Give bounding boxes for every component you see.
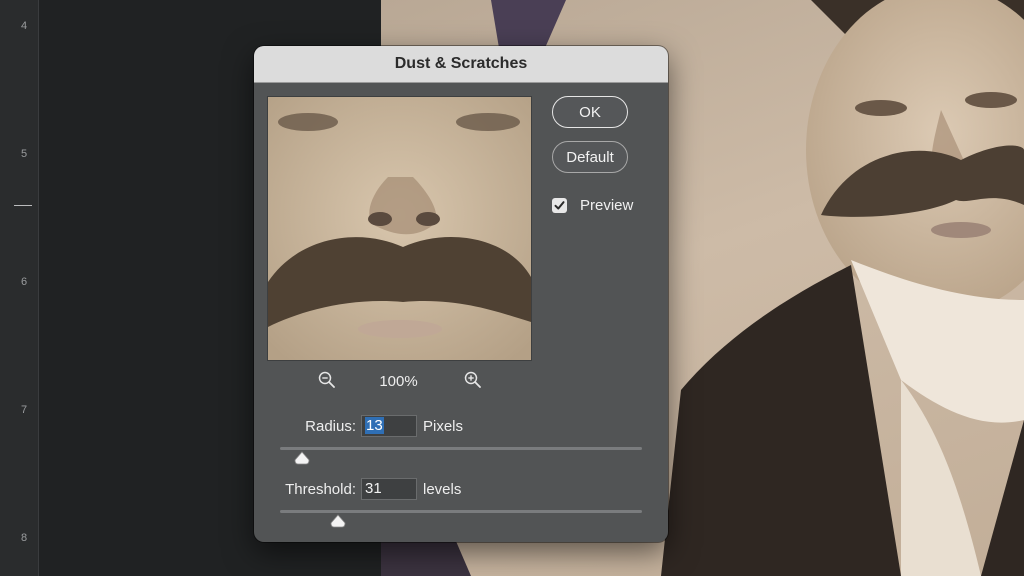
ruler-label: 6 <box>21 276 28 288</box>
radius-label: Radius: <box>305 418 356 435</box>
radius-slider-track[interactable] <box>280 447 642 450</box>
preview-checkbox-row[interactable]: Preview <box>552 197 633 214</box>
zoom-in-icon[interactable] <box>464 371 482 394</box>
ok-button[interactable]: OK <box>552 96 628 128</box>
filter-preview-image[interactable] <box>267 96 532 361</box>
radius-input[interactable]: 13 <box>361 415 417 437</box>
ruler-label: 8 <box>21 532 28 544</box>
preview-zoom-controls: 100% <box>267 368 530 394</box>
threshold-label: Threshold: <box>285 481 356 498</box>
threshold-unit: levels <box>423 481 462 498</box>
threshold-slider-track[interactable] <box>280 510 642 513</box>
radius-value: 13 <box>365 417 384 434</box>
preview-label: Preview <box>580 197 634 214</box>
ruler-label: 5 <box>21 148 28 160</box>
radius-slider-thumb[interactable] <box>294 451 310 465</box>
zoom-level: 100% <box>379 373 418 390</box>
dialog-title: Dust & Scratches <box>254 46 668 83</box>
ruler-label: 4 <box>21 20 28 32</box>
preview-checkbox[interactable] <box>552 198 567 213</box>
ruler-label: 7 <box>21 404 28 416</box>
vertical-ruler: 4 5 6 7 8 <box>0 0 39 576</box>
radius-unit: Pixels <box>423 418 464 435</box>
dust-and-scratches-dialog: Dust & Scratches OK Default Preview 100%… <box>254 46 668 542</box>
threshold-slider-thumb[interactable] <box>330 514 346 528</box>
threshold-value: 31 <box>365 480 382 497</box>
ruler-marker <box>14 205 32 206</box>
checkmark-icon <box>554 201 565 210</box>
default-button[interactable]: Default <box>552 141 628 173</box>
threshold-input[interactable]: 31 <box>361 478 417 500</box>
